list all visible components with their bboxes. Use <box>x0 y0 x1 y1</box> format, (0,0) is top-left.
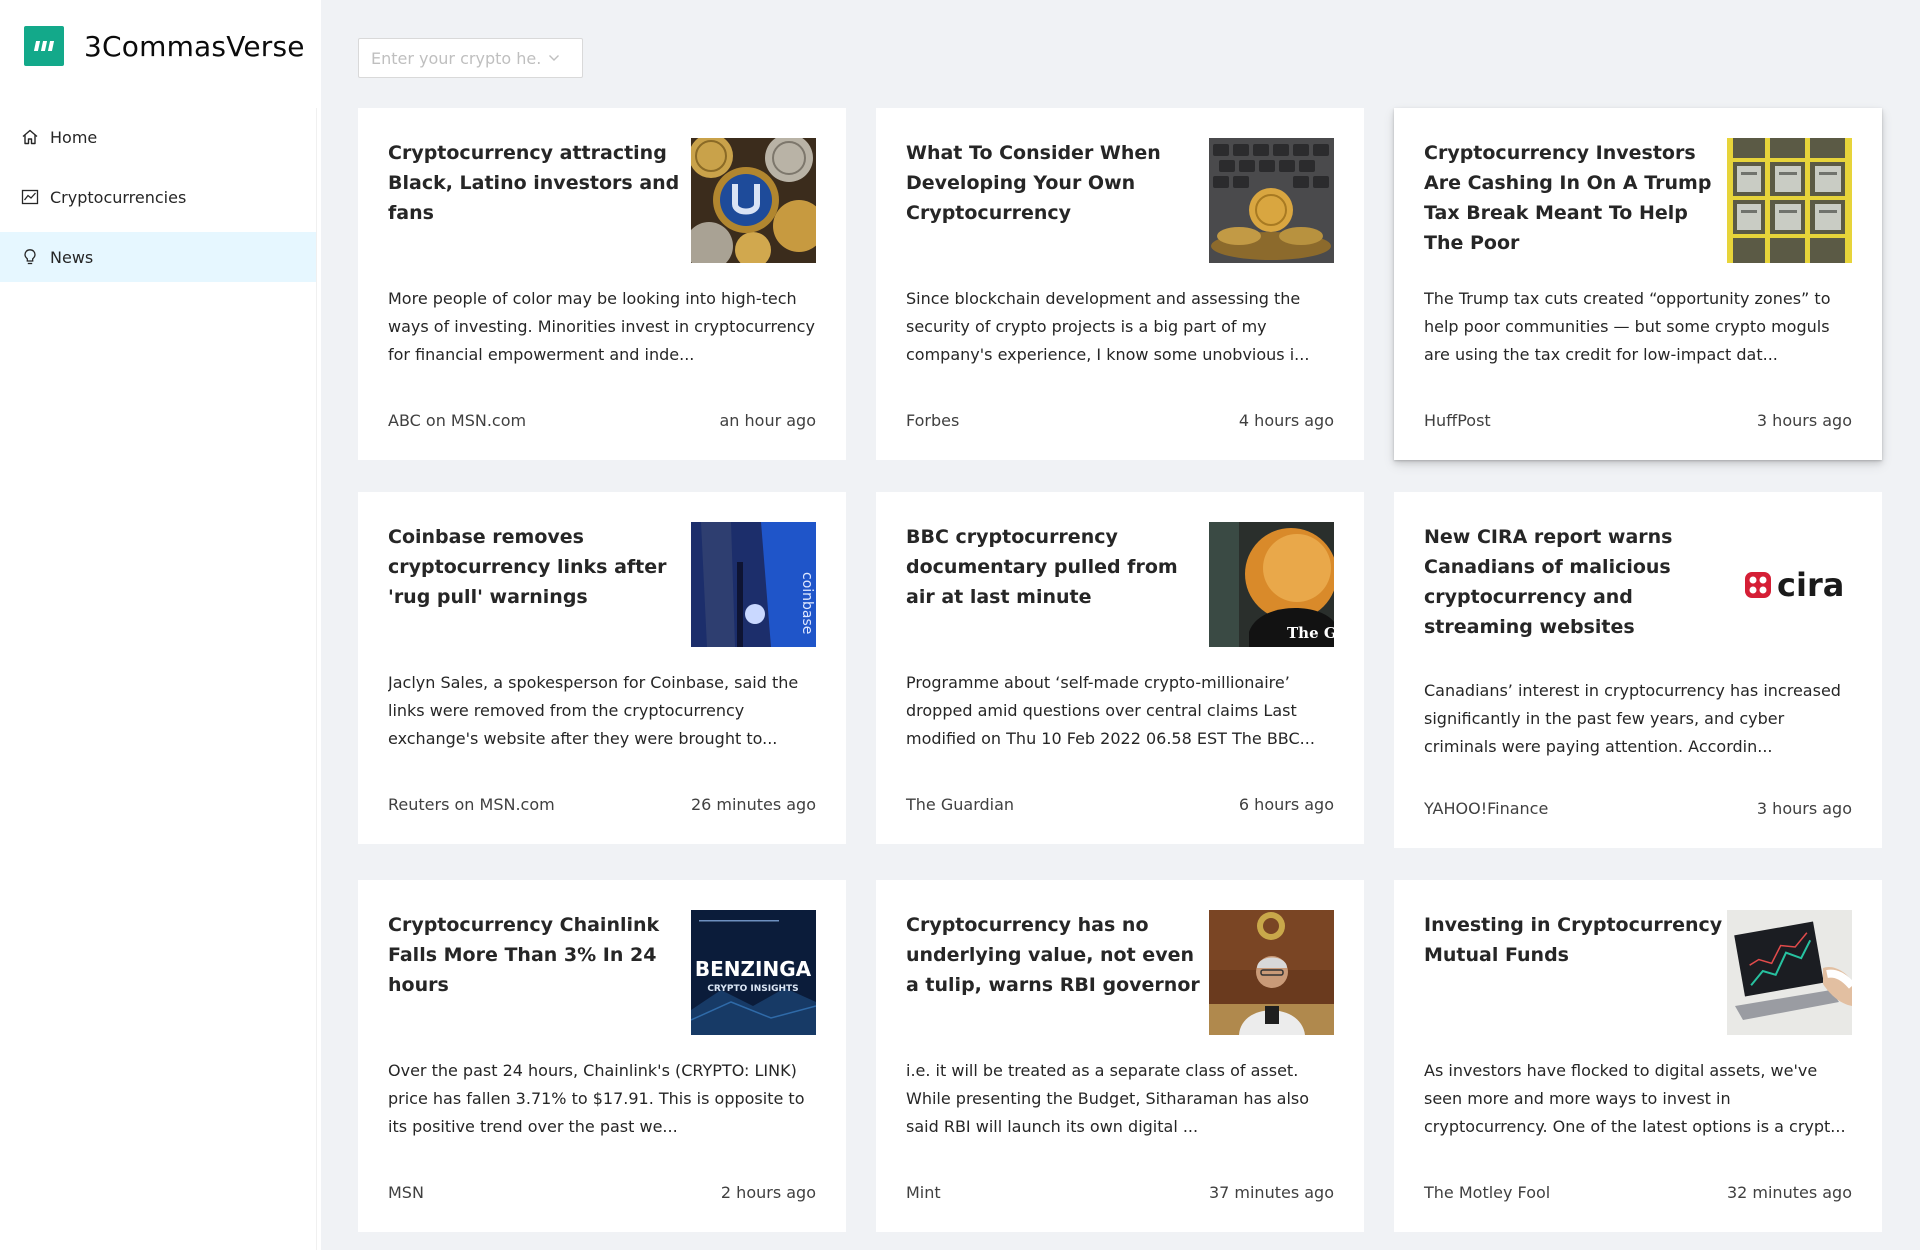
app-logo[interactable]: 3CommasVerse <box>24 24 305 68</box>
thumb-brand-text: cira <box>1777 566 1844 604</box>
thumb-brand-text: coinbase <box>799 572 815 634</box>
sidebar-item-home[interactable]: Home <box>0 112 316 162</box>
news-thumbnail: BENZINGA CRYPTO INSIGHTS <box>691 910 816 1035</box>
sidebar-item-label: Home <box>50 127 98 147</box>
news-description: i.e. it will be treated as a separate cl… <box>906 1061 1310 1136</box>
news-title[interactable]: Cryptocurrency has no underlying value, … <box>906 910 1206 1000</box>
search-input[interactable] <box>371 48 541 68</box>
news-card[interactable]: Cryptocurrency has no underlying value, … <box>876 880 1364 1232</box>
app-title: 3CommasVerse <box>84 29 305 63</box>
news-thumbnail: coinbase <box>691 522 816 647</box>
news-thumbnail <box>1727 138 1852 263</box>
news-title[interactable]: BBC cryptocurrency documentary pulled fr… <box>906 522 1206 612</box>
news-source: ABC on MSN.com <box>388 411 527 430</box>
news-card[interactable]: Cryptocurrency attracting Black, Latino … <box>358 108 846 460</box>
news-time: an hour ago <box>719 411 816 430</box>
news-description: As investors have flocked to digital ass… <box>1424 1061 1846 1136</box>
news-thumbnail: The Guard <box>1209 522 1334 647</box>
sidebar-item-news[interactable]: News <box>0 232 316 282</box>
thumb-brand-text: The Guard <box>1287 624 1334 642</box>
news-source: Mint <box>906 1183 941 1202</box>
news-time: 6 hours ago <box>1238 795 1334 814</box>
news-card[interactable]: Cryptocurrency Investors Are Cashing In … <box>1394 108 1882 460</box>
news-source: The Motley Fool <box>1424 1183 1551 1202</box>
sidebar: 3CommasVerse Home Cryptocurrencies News <box>0 0 321 1250</box>
sidebar-item-label: Cryptocurrencies <box>50 187 187 207</box>
news-source: The Guardian <box>906 795 1015 814</box>
sidebar-menu: Home Cryptocurrencies News <box>0 112 316 292</box>
news-thumbnail <box>1727 910 1852 1035</box>
sidebar-item-cryptocurrencies[interactable]: Cryptocurrencies <box>0 172 316 222</box>
news-thumbnail <box>691 138 816 263</box>
home-icon <box>20 127 40 147</box>
news-source: YAHOO!Finance <box>1424 799 1549 818</box>
news-card[interactable]: New CIRA report warns Canadians of malic… <box>1394 492 1882 848</box>
news-title[interactable]: Coinbase removes cryptocurrency links af… <box>388 522 688 612</box>
crypto-search-select[interactable] <box>358 38 583 78</box>
news-source: Forbes <box>906 411 960 430</box>
news-description: Canadians’ interest in cryptocurrency ha… <box>1424 681 1841 756</box>
news-description: Programme about ‘self-made crypto-millio… <box>906 673 1315 748</box>
logo-icon <box>24 26 64 66</box>
chevron-down-icon[interactable] <box>547 51 561 65</box>
news-thumbnail <box>1209 910 1334 1035</box>
news-grid: Cryptocurrency attracting Black, Latino … <box>358 108 1882 1232</box>
news-thumbnail: cira <box>1727 522 1852 647</box>
news-time: 3 hours ago <box>1756 411 1852 430</box>
bulb-icon <box>20 247 40 267</box>
news-source: Reuters on MSN.com <box>388 795 555 814</box>
news-time: 2 hours ago <box>720 1183 816 1202</box>
news-card[interactable]: What To Consider When Developing Your Ow… <box>876 108 1364 460</box>
news-time: 37 minutes ago <box>1208 1183 1334 1202</box>
thumb-brand-subtext: CRYPTO INSIGHTS <box>707 984 798 994</box>
sidebar-divider <box>316 108 317 1250</box>
news-description: Since blockchain development and assessi… <box>906 289 1310 364</box>
thumb-brand-text: BENZINGA <box>695 957 812 981</box>
news-title[interactable]: New CIRA report warns Canadians of malic… <box>1424 522 1724 642</box>
news-time: 26 minutes ago <box>690 795 816 814</box>
news-title[interactable]: Cryptocurrency Investors Are Cashing In … <box>1424 138 1724 258</box>
news-description: The Trump tax cuts created “opportunity … <box>1424 289 1831 364</box>
news-title[interactable]: What To Consider When Developing Your Ow… <box>906 138 1206 228</box>
news-card[interactable]: BBC cryptocurrency documentary pulled fr… <box>876 492 1364 844</box>
news-description: Jaclyn Sales, a spokesperson for Coinbas… <box>388 673 799 748</box>
news-description: Over the past 24 hours, Chainlink's (CRY… <box>388 1061 805 1136</box>
news-time: 3 hours ago <box>1756 799 1852 818</box>
news-card[interactable]: Cryptocurrency Chainlink Falls More Than… <box>358 880 846 1232</box>
line-chart-icon <box>20 187 40 207</box>
news-card[interactable]: Investing in Cryptocurrency Mutual Funds… <box>1394 880 1882 1232</box>
news-card[interactable]: Coinbase removes cryptocurrency links af… <box>358 492 846 844</box>
news-description: More people of color may be looking into… <box>388 289 815 364</box>
news-time: 32 minutes ago <box>1726 1183 1852 1202</box>
news-title[interactable]: Cryptocurrency attracting Black, Latino … <box>388 138 688 228</box>
news-title[interactable]: Investing in Cryptocurrency Mutual Funds <box>1424 910 1724 970</box>
news-source: HuffPost <box>1424 411 1491 430</box>
news-time: 4 hours ago <box>1238 411 1334 430</box>
news-thumbnail <box>1209 138 1334 263</box>
sidebar-item-label: News <box>50 247 94 267</box>
news-title[interactable]: Cryptocurrency Chainlink Falls More Than… <box>388 910 688 1000</box>
news-source: MSN <box>388 1183 424 1202</box>
